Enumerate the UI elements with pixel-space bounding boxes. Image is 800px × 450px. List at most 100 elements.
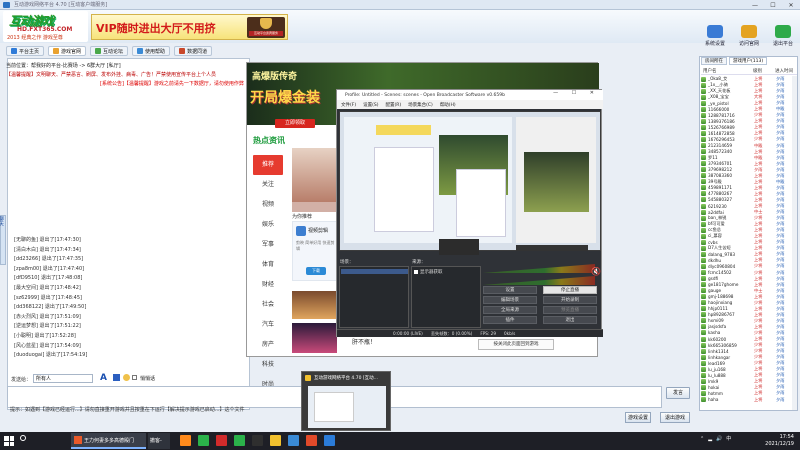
taskbar-pinned-icon[interactable] [198, 435, 209, 446]
color-picker-icon[interactable] [113, 374, 120, 381]
close-button[interactable]: ✕ [782, 0, 800, 10]
taskbar-thumbnail[interactable]: 互动游戏网络平台 4.70 [互动... [301, 371, 391, 431]
news-category-tab[interactable]: 关注 [253, 175, 283, 195]
ad-download-button[interactable]: 下载 [306, 267, 326, 275]
user-name: linhk1314 [708, 348, 729, 354]
news-image[interactable] [292, 202, 337, 212]
chat-message: [最大空间] 退出了[17:48:42] [14, 284, 81, 291]
col-time[interactable]: 进入时间 [775, 68, 795, 74]
obs-window-controls[interactable]: — ☐ ✕ [553, 90, 600, 96]
taskbar-pinned-icon[interactable] [324, 435, 335, 446]
obs-button[interactable]: 预览直播 [543, 306, 597, 314]
user-row[interactable]: haha 上将 夕雨 [701, 396, 797, 402]
side-tab[interactable]: 聊天 [0, 215, 6, 265]
chat-message: [duoduogai] 退出了[17:54:19] [14, 352, 88, 359]
obs-menu-item[interactable]: 配置(R) [385, 102, 401, 108]
obs-menu-item[interactable]: 文件(F) [341, 102, 356, 108]
sources-list[interactable]: 显示器获取 [411, 266, 481, 328]
news-category-tab[interactable]: 军事 [253, 235, 283, 255]
news-headline[interactable]: 肝不瓶！ [352, 337, 376, 346]
news-category-tab[interactable]: 汽车 [253, 315, 283, 335]
news-image[interactable] [292, 148, 337, 202]
nav-tab[interactable]: 使用帮助 [132, 46, 171, 56]
nav-tab[interactable]: 互动论坛 [90, 46, 129, 56]
nav-tab-icon [179, 48, 186, 54]
game-ad-button[interactable]: 立即领取 [275, 119, 315, 128]
taskbar-pinned-icon[interactable] [288, 435, 299, 446]
obs-menu-item[interactable]: 帮助(H) [440, 102, 456, 108]
obs-button[interactable]: 编辑场景 [483, 296, 537, 304]
audio-meter[interactable] [483, 264, 595, 273]
taskbar-pinned-icon[interactable] [306, 435, 317, 446]
header-banner: 互动游戏 HD.FXT365.COM 2013 经典之作 游戏至尊 VIP随时进… [0, 10, 800, 47]
exit-game-button[interactable]: 退出游戏 [660, 412, 690, 423]
source-item[interactable]: 显示器获取 [414, 269, 443, 275]
news-category-tab[interactable]: 推荐 [253, 155, 283, 175]
obs-button[interactable]: 开始录制 [543, 296, 597, 304]
nav-tabs: 平台主页 游戏官网 互动论坛 使用帮助 数据同道 [0, 45, 800, 57]
obs-button[interactable]: 插件 [483, 316, 537, 324]
obs-menu-item[interactable]: 场景集合(C) [408, 102, 433, 108]
user-avatar-icon [701, 112, 706, 118]
audio-meter[interactable] [483, 276, 595, 285]
user-panel-tab[interactable]: 游戏用户(113) [729, 57, 768, 65]
news-category-tab[interactable]: 体育 [253, 255, 283, 275]
volume-icon[interactable]: 🔊 [716, 436, 722, 442]
game-settings-button[interactable]: 游戏设置 [625, 412, 651, 423]
taskbar-pinned-icon[interactable] [270, 435, 281, 446]
chevron-up-icon[interactable]: ⌃ [700, 436, 704, 442]
obs-button[interactable]: 全局来源 [483, 306, 537, 314]
col-level[interactable]: 级别 [753, 68, 775, 74]
scene-item-selected[interactable] [341, 269, 408, 274]
toolbar-button[interactable]: 系统设置 [700, 25, 730, 47]
windows-start-icon[interactable] [4, 436, 14, 446]
emoji-icon[interactable] [123, 374, 130, 381]
taskbar-pinned-icon[interactable] [180, 435, 191, 446]
source-checkbox[interactable] [414, 269, 418, 274]
taskbar-app[interactable]: 撤客- [148, 433, 170, 449]
user-list-scrollbar[interactable] [792, 76, 797, 410]
user-panel-tab[interactable]: 房间所在 [701, 57, 727, 65]
taskbar-pinned-icon[interactable] [234, 435, 245, 446]
news-image[interactable] [292, 291, 337, 319]
maximize-button[interactable]: ☐ [764, 0, 782, 10]
news-category-tab[interactable]: 财经 [253, 275, 283, 295]
minimize-button[interactable]: — [746, 0, 764, 10]
close-page-toast[interactable]: 按关闭此页面回到游戏 [478, 339, 554, 350]
ime-icon[interactable]: 中 [726, 435, 731, 442]
news-category-tab[interactable]: 娱乐 [253, 215, 283, 235]
private-checkbox[interactable] [132, 375, 137, 380]
col-username[interactable]: 用户名 [701, 68, 753, 74]
app-ad-card[interactable]: 视频剪辑 剪映 简单好用 快速剪辑 下载 [292, 221, 337, 281]
scenes-list[interactable] [339, 266, 409, 328]
search-icon[interactable] [20, 435, 26, 441]
nav-tab[interactable]: 游戏官网 [48, 46, 87, 56]
nav-tab[interactable]: 平台主页 [6, 46, 45, 56]
news-image[interactable] [292, 323, 337, 353]
clock[interactable]: 17:54 2021/12/19 [754, 434, 794, 447]
vip-banner[interactable]: VIP随时进出大厅不用挤 互动平台贵宾服务 [91, 14, 288, 40]
obs-button[interactable]: 设置 [483, 286, 537, 294]
obs-button[interactable]: 停止直播 [543, 286, 597, 294]
font-format-icon[interactable]: A [100, 373, 107, 383]
news-category-tab[interactable]: 房产 [253, 335, 283, 355]
network-icon[interactable]: ▂ [708, 436, 712, 442]
user-name: 1288781716 [708, 112, 735, 118]
obs-menu-item[interactable]: 设置(S) [363, 102, 378, 108]
taskbar-app[interactable]: 王力何妻多多高德殿门 [71, 433, 146, 449]
obs-menu-bar: 文件(F) 设置(S) 配置(R) 场景集合(C) 帮助(H) [337, 100, 603, 109]
send-to-select[interactable]: 所有人 [33, 374, 93, 383]
taskbar-pinned-icon[interactable] [252, 435, 263, 446]
taskbar-pinned-icon[interactable] [216, 435, 227, 446]
toolbar-button[interactable]: 访问官网 [734, 25, 764, 47]
nav-tab[interactable]: 数据同道 [174, 46, 213, 56]
news-category-tab[interactable]: 社会 [253, 295, 283, 315]
user-list[interactable]: _Oka8_艾 上将 夕雨 _1x__小骑 上将 夕雨 _XX_天花板 上将 夕雨 _X08_宝宝… [701, 76, 797, 410]
news-category-tab[interactable]: 视频 [253, 195, 283, 215]
toolbar-button[interactable]: 退出平台 [768, 25, 798, 47]
mute-icon[interactable]: 🔇 [591, 267, 601, 276]
send-button[interactable]: 发言 [666, 387, 690, 399]
obs-button[interactable]: 退出 [543, 316, 597, 324]
news-category-tab[interactable]: 科技 [253, 355, 283, 375]
user-name: _X08_宝宝 [708, 94, 729, 100]
